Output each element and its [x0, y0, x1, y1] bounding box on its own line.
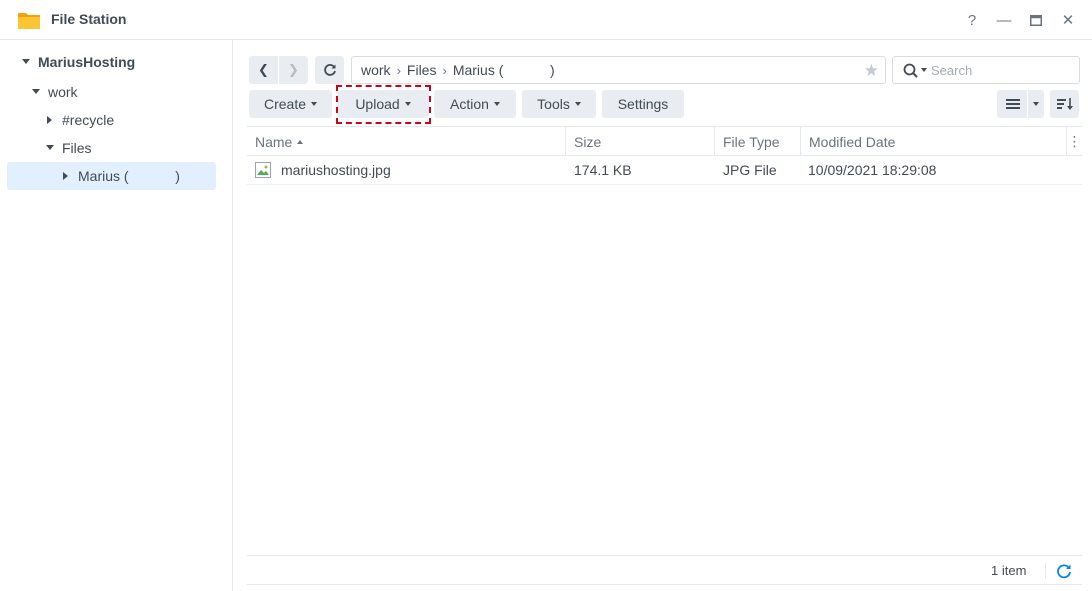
- chevron-down-icon[interactable]: [921, 68, 927, 72]
- status-bar: 1 item: [247, 555, 1082, 585]
- caret-right-icon[interactable]: [44, 114, 56, 126]
- back-button[interactable]: ❮: [249, 56, 278, 84]
- divider: [1027, 90, 1028, 118]
- tree-root-label: MariusHosting: [38, 54, 136, 70]
- divider: [1045, 563, 1046, 579]
- caret-down-icon[interactable]: [44, 142, 56, 154]
- create-button[interactable]: Create: [249, 90, 332, 118]
- item-count: 1 item: [991, 563, 1027, 578]
- action-button[interactable]: Action: [434, 90, 516, 118]
- table-row[interactable]: mariushosting.jpg 174.1 KB JPG File 10/0…: [247, 156, 1082, 185]
- sort-icon: [1057, 98, 1073, 110]
- cell-size: 174.1 KB: [574, 162, 632, 178]
- grid-header: Name Size File Type Modified Date ⋮: [247, 126, 1082, 156]
- tree-item-label: work: [48, 84, 78, 100]
- help-icon[interactable]: ?: [960, 8, 984, 32]
- tree-item-label: Marius ( ): [78, 168, 180, 184]
- chevron-down-icon: [493, 102, 500, 106]
- search-icon[interactable]: [902, 62, 920, 80]
- chevron-down-icon: [311, 102, 318, 106]
- settings-button[interactable]: Settings: [602, 90, 684, 118]
- chevron-down-icon: [574, 102, 581, 106]
- breadcrumb[interactable]: work › Files › Marius ( ) ★: [351, 56, 886, 84]
- tree-item-files[interactable]: Files: [44, 134, 92, 162]
- tree-root[interactable]: MariusHosting: [20, 48, 135, 76]
- create-label: Create: [263, 96, 307, 112]
- tree-item-marius[interactable]: Marius ( ): [60, 162, 180, 190]
- breadcrumb-item[interactable]: work: [361, 62, 391, 78]
- column-menu-icon[interactable]: ⋮: [1067, 127, 1082, 156]
- cell-name: mariushosting.jpg: [255, 156, 391, 184]
- main-panel: ❮ ❯ work › Files › Marius ( ) ★ Create U…: [234, 40, 1092, 591]
- refresh-icon[interactable]: [1055, 562, 1073, 580]
- sort-ascending-icon: [297, 139, 304, 144]
- chevron-left-icon: ❮: [258, 62, 269, 77]
- caret-down-icon[interactable]: [30, 86, 42, 98]
- column-label: File Type: [723, 133, 780, 150]
- list-view-icon: [1006, 99, 1020, 109]
- column-label: Name: [255, 133, 293, 150]
- forward-button[interactable]: ❯: [279, 56, 308, 84]
- column-label: Size: [574, 133, 602, 150]
- view-mode-button[interactable]: [997, 90, 1044, 118]
- breadcrumb-separator: ›: [442, 62, 447, 78]
- settings-label: Settings: [617, 96, 669, 112]
- column-header-modified[interactable]: Modified Date: [801, 127, 1067, 156]
- tree-item-work[interactable]: work: [30, 78, 78, 106]
- search-input[interactable]: [931, 60, 1071, 80]
- column-header-type[interactable]: File Type: [715, 127, 801, 156]
- chevron-down-icon[interactable]: [1033, 102, 1039, 106]
- breadcrumb-item[interactable]: Marius ( ): [453, 62, 555, 78]
- tools-button[interactable]: Tools: [522, 90, 596, 118]
- cell-type: JPG File: [723, 162, 777, 178]
- caret-right-icon[interactable]: [60, 170, 72, 182]
- file-name: mariushosting.jpg: [281, 162, 391, 178]
- action-label: Action: [450, 96, 489, 112]
- tree-item-recycle[interactable]: #recycle: [44, 106, 114, 134]
- refresh-icon: [323, 64, 336, 76]
- column-header-name[interactable]: Name: [247, 127, 566, 156]
- chevron-right-icon: ❯: [288, 62, 299, 77]
- sidebar: MariusHosting work #recycle Files Marius…: [0, 40, 233, 591]
- breadcrumb-separator: ›: [396, 62, 401, 78]
- tools-label: Tools: [537, 96, 570, 112]
- chevron-down-icon: [404, 102, 411, 106]
- title-bar: File Station ? — ✕: [0, 0, 1092, 40]
- folder-icon: [18, 13, 40, 29]
- image-file-icon: [255, 162, 271, 178]
- search-box[interactable]: [892, 56, 1080, 84]
- column-header-size[interactable]: Size: [566, 127, 715, 156]
- column-label: Modified Date: [809, 133, 896, 150]
- close-icon[interactable]: ✕: [1056, 8, 1080, 32]
- cell-modified: 10/09/2021 18:29:08: [808, 162, 937, 178]
- sort-button[interactable]: [1050, 90, 1079, 118]
- tree-item-label: #recycle: [62, 112, 115, 128]
- breadcrumb-item[interactable]: Files: [407, 62, 437, 78]
- upload-button[interactable]: Upload: [337, 90, 429, 118]
- tree-item-label: Files: [62, 140, 92, 156]
- minimize-icon[interactable]: —: [992, 8, 1016, 32]
- refresh-button[interactable]: [315, 56, 344, 84]
- star-icon[interactable]: ★: [864, 61, 879, 81]
- upload-label: Upload: [355, 96, 400, 112]
- caret-down-icon[interactable]: [20, 56, 32, 68]
- app-title: File Station: [51, 11, 127, 27]
- maximize-icon[interactable]: [1024, 8, 1048, 32]
